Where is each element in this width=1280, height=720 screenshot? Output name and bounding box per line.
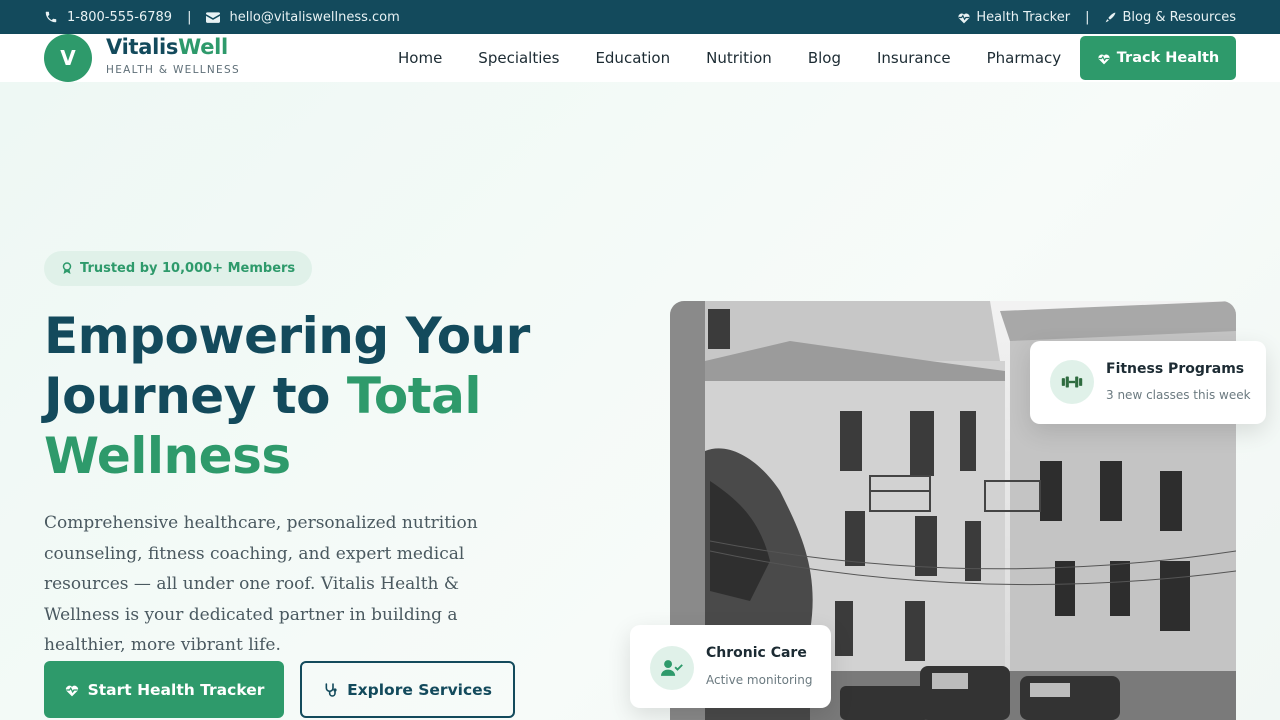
explore-services-button[interactable]: Explore Services <box>300 661 515 718</box>
hero-description: Comprehensive healthcare, personalized n… <box>44 513 478 655</box>
separator: | <box>1085 9 1090 25</box>
fitness-card-subtitle: 3 new classes this week <box>1106 388 1251 402</box>
heartbeat-icon <box>1098 54 1110 64</box>
start-health-tracker-label: Start Health Tracker <box>87 680 265 699</box>
nav-menu: Home Specialties Education Nutrition Blo… <box>398 34 1097 82</box>
nav-item-specialties[interactable]: Specialties <box>478 49 559 67</box>
phone-number: 1-800-555-6789 <box>67 9 173 25</box>
pen-icon <box>1106 12 1116 22</box>
nav-item-education[interactable]: Education <box>595 49 670 67</box>
nav-item-pharmacy[interactable]: Pharmacy <box>987 49 1062 67</box>
nav-item-nutrition[interactable]: Nutrition <box>706 49 772 67</box>
track-health-button[interactable]: Track Health <box>1080 36 1236 80</box>
chronic-icon-circle <box>650 646 694 690</box>
nav-item-insurance[interactable]: Insurance <box>877 49 951 67</box>
trust-badge-label: Trusted by 10,000+ Members <box>80 261 296 276</box>
headline-highlight-total: Total <box>346 367 482 425</box>
separator: | <box>187 9 192 25</box>
fitness-icon-circle <box>1050 360 1094 404</box>
nav-item-blog[interactable]: Blog <box>808 49 841 67</box>
top-bar: 1-800-555-6789 | hello@vitaliswellness.c… <box>0 0 1280 34</box>
nav-item-home[interactable]: Home <box>398 49 442 67</box>
logo-mark[interactable]: V <box>44 34 92 82</box>
stethoscope-icon <box>325 682 337 697</box>
explore-services-label: Explore Services <box>347 680 492 699</box>
chronic-card-title: Chronic Care <box>706 645 807 661</box>
hero-headline: Empowering Your Journey to Total Wellnes… <box>44 306 604 486</box>
logo-name[interactable]: VitalisWell <box>106 35 228 59</box>
user-check-icon <box>661 660 683 676</box>
track-health-label: Track Health <box>1116 50 1220 66</box>
logo-tagline: HEALTH & WELLNESS <box>106 64 240 76</box>
headline-highlight-wellness: Wellness <box>44 427 291 485</box>
logo-name-part1: Vitalis <box>106 35 179 59</box>
fitness-programs-card[interactable]: Fitness Programs 3 new classes this week <box>1030 341 1266 424</box>
blog-resources-link[interactable]: Blog & Resources <box>1104 10 1236 25</box>
heartbeat-icon <box>958 13 970 23</box>
email-address: hello@vitaliswellness.com <box>229 9 400 25</box>
fitness-card-title: Fitness Programs <box>1106 361 1245 377</box>
blog-resources-label: Blog & Resources <box>1122 9 1236 25</box>
email-link[interactable]: hello@vitaliswellness.com <box>206 9 400 25</box>
award-icon <box>62 262 72 274</box>
trust-badge: Trusted by 10,000+ Members <box>44 251 313 286</box>
headline-line2: Journey to <box>44 367 347 425</box>
health-tracker-label: Health Tracker <box>976 9 1071 25</box>
heartbeat-icon <box>65 685 78 696</box>
phone-link[interactable]: 1-800-555-6789 <box>44 10 172 25</box>
logo-name-part2: Well <box>178 35 228 59</box>
envelope-icon <box>206 12 221 23</box>
headline-line1: Empowering Your <box>44 307 530 365</box>
health-tracker-link[interactable]: Health Tracker <box>957 10 1070 25</box>
phone-icon <box>45 11 57 23</box>
dumbbell-icon <box>1061 376 1083 388</box>
chronic-care-card[interactable]: Chronic Care Active monitoring <box>630 625 831 708</box>
chronic-card-subtitle: Active monitoring <box>706 673 813 687</box>
main-navigation: V VitalisWell HEALTH & WELLNESS Home Spe… <box>0 34 1280 82</box>
start-health-tracker-button[interactable]: Start Health Tracker <box>44 661 284 718</box>
